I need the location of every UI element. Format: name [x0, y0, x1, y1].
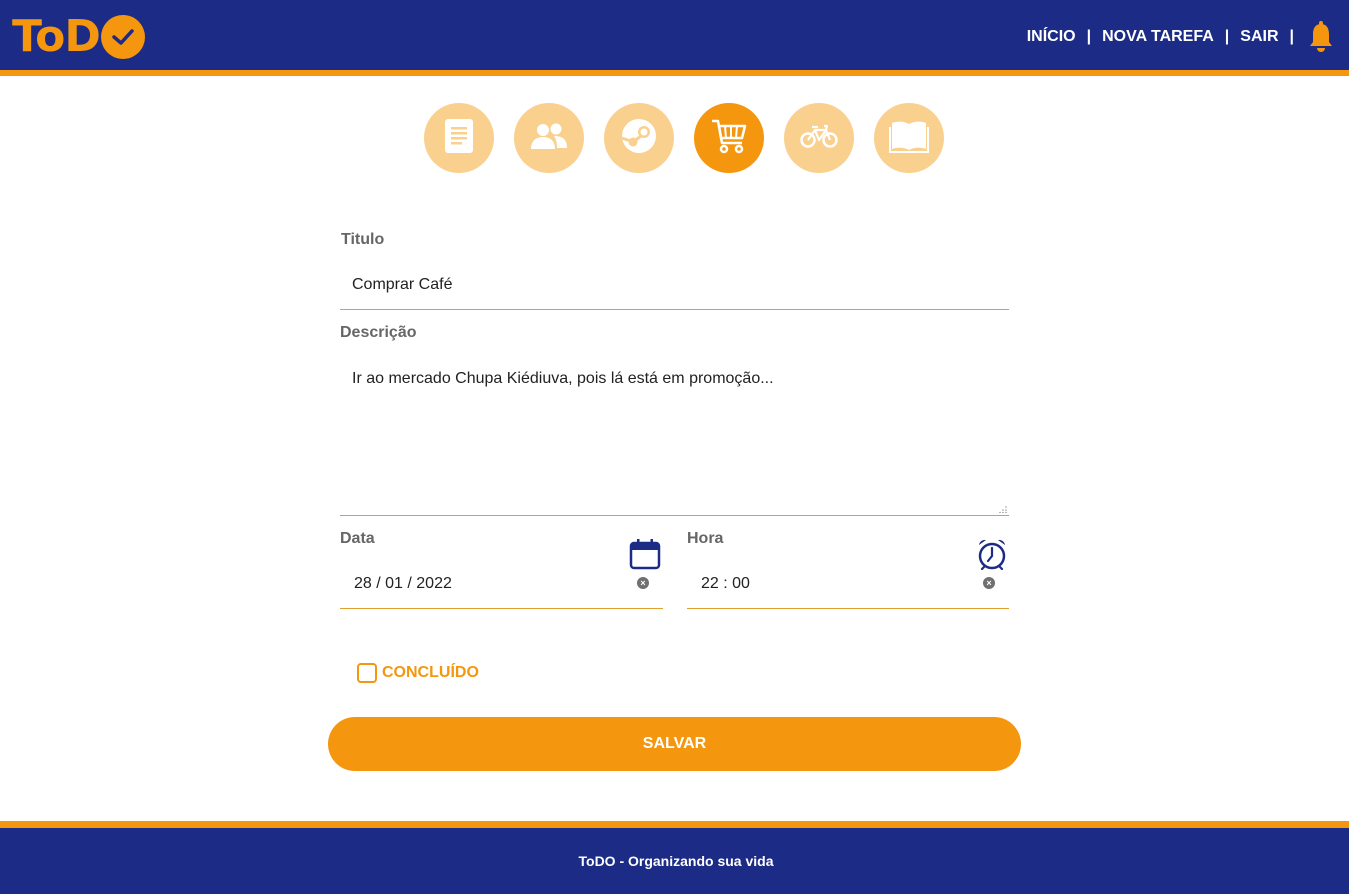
- shopping-cart-icon: [710, 117, 748, 160]
- nav-separator: |: [1086, 28, 1092, 45]
- description-field[interactable]: Ir ao mercado Chupa Kiédiuva, pois lá es…: [340, 356, 1009, 516]
- category-bicycle[interactable]: [784, 103, 854, 173]
- date-clear-icon[interactable]: ×: [637, 577, 649, 589]
- steam-icon: [621, 118, 657, 159]
- category-book[interactable]: [874, 103, 944, 173]
- bell-icon[interactable]: [1307, 20, 1335, 54]
- resize-handle[interactable]: [999, 505, 1007, 513]
- category-steam[interactable]: [604, 103, 674, 173]
- logo-text: ToD: [12, 11, 101, 62]
- description-label: Descrição: [340, 324, 417, 341]
- done-label[interactable]: CONCLUÍDO: [382, 664, 479, 682]
- time-input[interactable]: 22 : 00: [701, 575, 750, 592]
- people-icon: [530, 122, 568, 155]
- done-checkbox-row[interactable]: CONCLUÍDO: [357, 663, 479, 683]
- date-label: Data: [340, 530, 375, 547]
- time-clear-icon[interactable]: ×: [983, 577, 995, 589]
- time-label: Hora: [687, 530, 724, 547]
- nav-nova-tarefa[interactable]: NOVA TAREFA: [1102, 28, 1214, 46]
- document-icon: [444, 118, 474, 159]
- title-field[interactable]: [340, 262, 1009, 310]
- category-selector: [424, 103, 944, 173]
- app-logo[interactable]: ToD: [12, 12, 145, 62]
- done-checkbox[interactable]: [357, 663, 377, 683]
- nav-separator: |: [1289, 28, 1294, 45]
- app-footer: ToDO - Organizando sua vida: [0, 821, 1349, 894]
- category-document[interactable]: [424, 103, 494, 173]
- nav-sair[interactable]: SAIR: [1240, 28, 1278, 46]
- book-icon: [889, 119, 929, 158]
- title-label: Titulo: [341, 231, 385, 248]
- description-textarea[interactable]: Ir ao mercado Chupa Kiédiuva, pois lá es…: [352, 369, 997, 509]
- save-button[interactable]: SALVAR: [328, 717, 1021, 771]
- time-field[interactable]: 22 : 00: [687, 563, 1009, 609]
- category-shopping[interactable]: [694, 103, 764, 173]
- date-field[interactable]: 28 / 01 / 2022: [340, 563, 663, 609]
- nav-inicio[interactable]: INÍCIO: [1027, 28, 1076, 46]
- bicycle-icon: [800, 123, 838, 154]
- title-input[interactable]: [352, 276, 997, 294]
- top-nav: INÍCIO | NOVA TAREFA | SAIR |: [1027, 20, 1335, 54]
- app-header: ToD INÍCIO | NOVA TAREFA | SAIR |: [0, 0, 1349, 76]
- category-people[interactable]: [514, 103, 584, 173]
- check-circle-icon: [100, 15, 145, 59]
- nav-separator: |: [1224, 28, 1230, 45]
- footer-text: ToDO - Organizando sua vida: [578, 853, 774, 869]
- date-input[interactable]: 28 / 01 / 2022: [354, 575, 452, 592]
